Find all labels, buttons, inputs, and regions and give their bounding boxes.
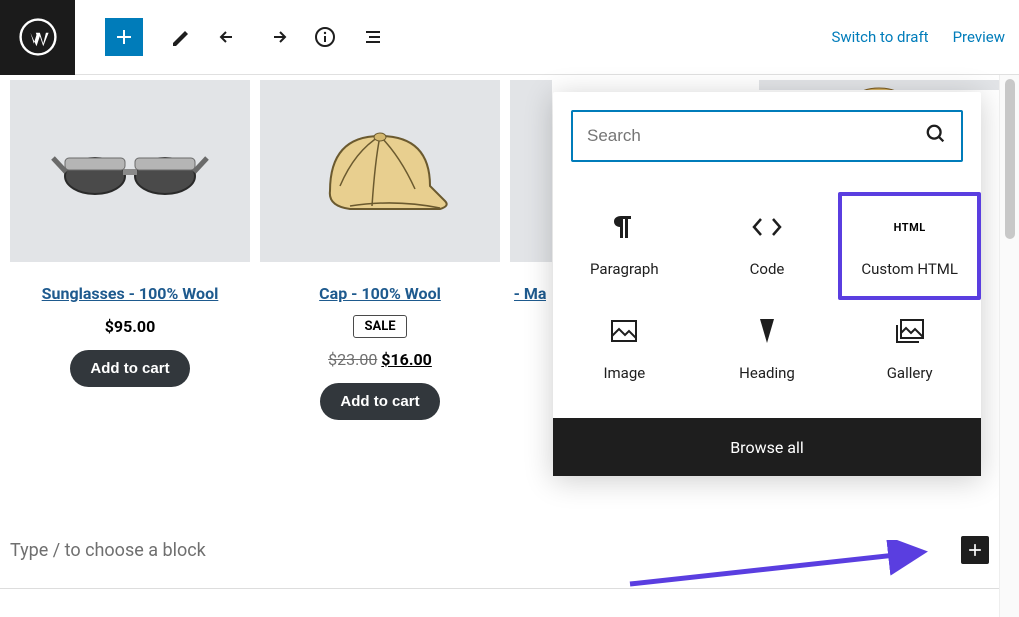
product-card-partial: - Ma: [510, 80, 552, 420]
add-to-cart-button[interactable]: Add to cart: [320, 383, 439, 420]
sale-badge: SALE: [353, 315, 406, 338]
search-icon: [925, 123, 947, 149]
browse-all-button[interactable]: Browse all: [553, 418, 981, 476]
paragraph-icon: [612, 214, 636, 240]
block-prompt-bar: Type / to choose a block: [0, 535, 999, 565]
product-image[interactable]: [260, 80, 500, 262]
product-price-row: $23.00 $16.00: [328, 350, 432, 369]
switch-to-draft-link[interactable]: Switch to draft: [831, 28, 928, 46]
scrollbar-thumb[interactable]: [1005, 79, 1015, 239]
image-icon: [611, 318, 637, 344]
block-label: Custom HTML: [861, 260, 958, 278]
block-label: Heading: [739, 364, 795, 382]
code-icon: [752, 214, 782, 240]
product-card-cap: Cap - 100% Wool SALE $23.00 $16.00 Add t…: [260, 80, 500, 420]
search-wrap: [553, 92, 981, 180]
product-title-link[interactable]: Sunglasses - 100% Wool: [42, 284, 219, 303]
redo-icon[interactable]: [253, 13, 301, 61]
product-card-sunglasses: Sunglasses - 100% Wool $95.00 Add to car…: [10, 80, 250, 420]
block-item-heading[interactable]: Heading: [696, 300, 839, 400]
block-label: Gallery: [887, 364, 933, 382]
block-item-image[interactable]: Image: [553, 300, 696, 400]
block-label: Code: [750, 260, 785, 278]
block-inserter-popup: Paragraph Code HTML Custom HTML Image He…: [553, 92, 981, 476]
gallery-icon: [896, 318, 924, 344]
scrollbar[interactable]: [999, 75, 1019, 617]
block-label: Paragraph: [590, 260, 659, 278]
search-box[interactable]: [571, 110, 963, 162]
undo-icon[interactable]: [205, 13, 253, 61]
wordpress-logo[interactable]: [0, 0, 75, 75]
product-image[interactable]: [759, 80, 999, 90]
product-old-price: $23.00: [328, 350, 377, 369]
prompt-text[interactable]: Type / to choose a block: [10, 540, 961, 561]
product-title-link[interactable]: - Ma: [514, 284, 547, 303]
info-icon[interactable]: [301, 13, 349, 61]
product-new-price: $16.00: [381, 350, 432, 369]
block-item-code[interactable]: Code: [696, 192, 839, 300]
preview-link[interactable]: Preview: [953, 28, 1005, 46]
block-grid: Paragraph Code HTML Custom HTML Image He…: [553, 180, 981, 418]
outline-icon[interactable]: [349, 13, 397, 61]
product-image[interactable]: [10, 80, 250, 262]
toolbar-tools: [157, 13, 397, 61]
add-to-cart-button[interactable]: Add to cart: [70, 350, 189, 387]
inline-add-block-button[interactable]: [961, 536, 989, 564]
product-image[interactable]: [510, 80, 552, 262]
product-price: $95.00: [105, 317, 156, 336]
editor-toolbar: Switch to draft Preview: [0, 0, 1019, 75]
block-item-custom-html[interactable]: HTML Custom HTML: [838, 192, 981, 300]
search-input[interactable]: [587, 126, 925, 146]
block-item-paragraph[interactable]: Paragraph: [553, 192, 696, 300]
block-item-gallery[interactable]: Gallery: [838, 300, 981, 400]
add-block-button[interactable]: [105, 18, 143, 56]
divider: [0, 588, 999, 589]
toolbar-right: Switch to draft Preview: [831, 28, 1019, 46]
heading-icon: [758, 318, 776, 344]
product-title-link[interactable]: Cap - 100% Wool: [319, 284, 441, 303]
edit-icon[interactable]: [157, 13, 205, 61]
block-label: Image: [603, 364, 645, 382]
html-icon: HTML: [894, 214, 926, 240]
